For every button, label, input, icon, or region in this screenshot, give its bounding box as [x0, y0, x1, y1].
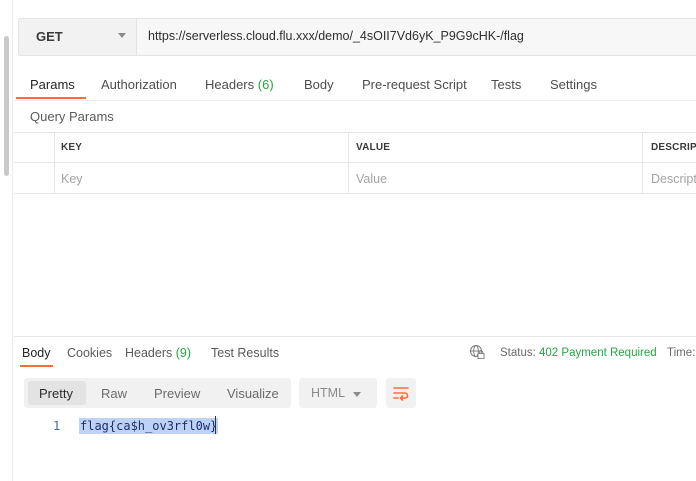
- left-scrollbar-thumb[interactable]: [4, 36, 9, 176]
- tab-prerequest-script[interactable]: Pre-request Script: [362, 77, 467, 92]
- table-bottom-border: [14, 193, 696, 194]
- table-col-divider: [642, 132, 643, 194]
- url-text: https://serverless.cloud.flu.xxx/demo/_4…: [148, 29, 524, 43]
- view-mode-preview[interactable]: Preview: [154, 386, 200, 401]
- response-body-text[interactable]: flag{ca$h_ov3rfl0w}: [79, 418, 219, 434]
- tab-params[interactable]: Params: [30, 77, 75, 92]
- text-cursor: [215, 416, 216, 434]
- response-tab-test-results[interactable]: Test Results: [211, 346, 279, 360]
- table-col-divider: [348, 132, 349, 194]
- response-tab-headers[interactable]: Headers (9): [125, 346, 191, 360]
- response-tab-headers-label: Headers: [125, 346, 173, 360]
- tab-headers[interactable]: Headers (6): [205, 77, 274, 92]
- table-top-border: [14, 132, 696, 133]
- key-input[interactable]: Key: [61, 172, 83, 186]
- column-header-key: KEY: [61, 142, 83, 153]
- description-input[interactable]: Descript: [651, 172, 696, 186]
- status-label: Status:: [500, 347, 536, 359]
- response-tab-body[interactable]: Body: [22, 346, 51, 360]
- response-tab-headers-count: (9): [175, 346, 192, 360]
- line-number: 1: [53, 419, 61, 433]
- view-mode-pretty[interactable]: Pretty: [39, 386, 73, 401]
- column-header-value: VALUE: [356, 142, 391, 153]
- time-label: Time:: [667, 347, 696, 359]
- table-col-divider: [54, 132, 55, 194]
- table-header-border: [14, 162, 696, 163]
- response-divider: [14, 336, 696, 337]
- query-params-title: Query Params: [30, 109, 114, 124]
- chevron-down-icon[interactable]: [118, 33, 126, 38]
- format-label: HTML: [311, 386, 346, 400]
- view-mode-raw[interactable]: Raw: [101, 386, 127, 401]
- tab-headers-count: (6): [257, 77, 274, 92]
- active-tab-indicator: [16, 97, 86, 99]
- view-mode-visualize[interactable]: Visualize: [227, 386, 279, 401]
- wrap-lines-icon: [391, 383, 411, 403]
- method-label: GET: [36, 29, 63, 44]
- status-value: 402 Payment Required: [539, 347, 657, 359]
- tab-body[interactable]: Body: [304, 77, 334, 92]
- column-header-description: DESCRIPT: [651, 142, 696, 153]
- chevron-down-icon: [353, 392, 361, 397]
- globe-icon[interactable]: [469, 344, 485, 360]
- tab-headers-label: Headers: [205, 77, 255, 92]
- tabs-divider: [14, 100, 696, 101]
- tab-tests[interactable]: Tests: [491, 77, 521, 92]
- tab-settings[interactable]: Settings: [550, 77, 597, 92]
- status-indicator: Status: 402 Payment Required: [500, 347, 657, 359]
- response-active-tab-indicator: [20, 365, 53, 367]
- tab-authorization[interactable]: Authorization: [101, 77, 177, 92]
- response-tab-cookies[interactable]: Cookies: [67, 346, 112, 360]
- value-input[interactable]: Value: [356, 172, 387, 186]
